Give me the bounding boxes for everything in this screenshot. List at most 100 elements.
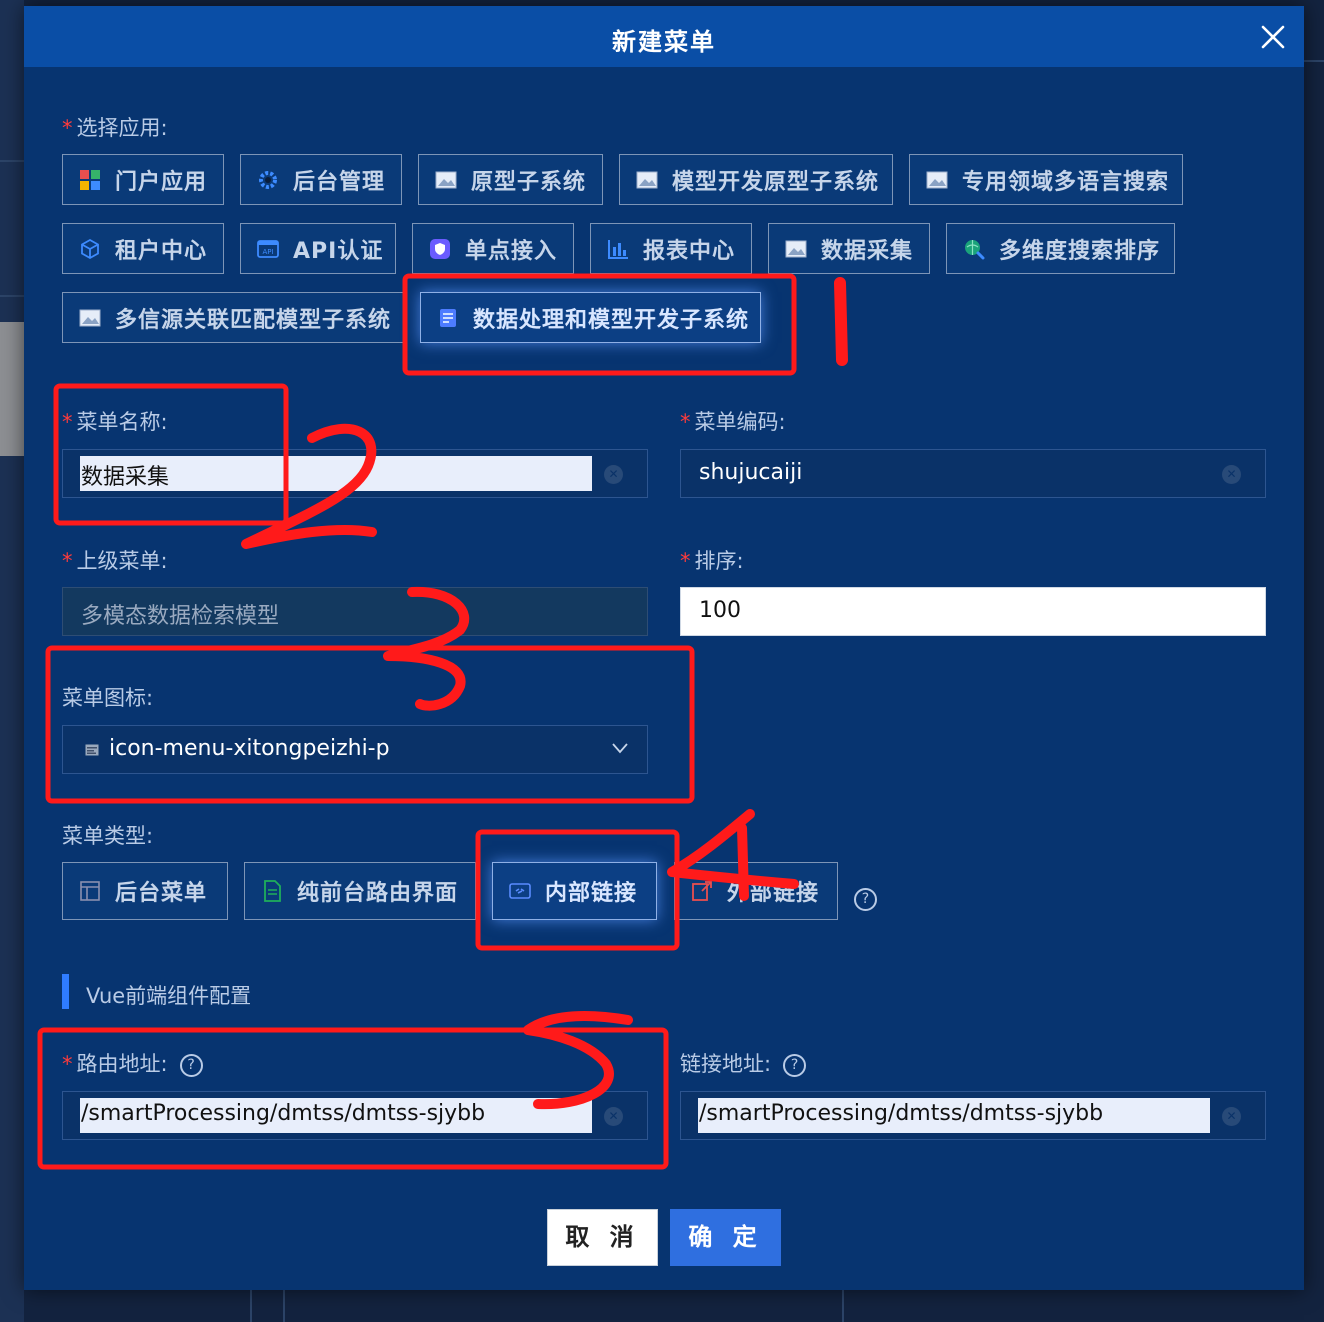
background-divider — [0, 295, 24, 297]
link-address-label: 链接地址:? — [680, 1048, 807, 1078]
background-panel — [0, 322, 24, 456]
parent-menu-value: 多模态数据检索模型 — [81, 604, 280, 629]
menu-name-selection: 数据采集 — [80, 456, 592, 491]
chevron-down-icon[interactable] — [611, 741, 629, 755]
image-icon — [785, 240, 807, 257]
menu-icon-value: icon-menu-xitongpeizhi-p — [109, 736, 390, 761]
app-option-label: 多维度搜索排序 — [999, 238, 1161, 264]
image-icon — [435, 171, 457, 188]
clear-icon[interactable]: ✕ — [604, 1107, 623, 1126]
help-icon[interactable]: ? — [179, 1054, 203, 1077]
background-divider — [842, 1290, 844, 1322]
menu-type-help[interactable]: ? — [842, 886, 877, 911]
app-option-data-collection[interactable]: 数据采集 — [768, 223, 930, 274]
background-divider — [283, 1290, 285, 1322]
app-option-sso[interactable]: 单点接入 — [412, 223, 574, 274]
parent-menu-field: 多模态数据检索模型 — [62, 587, 648, 636]
clear-icon[interactable]: ✕ — [604, 465, 623, 484]
app-option-label: 后台管理 — [293, 169, 386, 195]
menu-type-internal-link[interactable]: 内部链接 — [492, 862, 657, 920]
menu-code-label: * 菜单编码: — [680, 410, 786, 434]
route-address-label: * 路由地址:? — [62, 1048, 203, 1078]
menu-code-field[interactable]: shujucaiji ✕ — [680, 449, 1266, 498]
sort-value: 100 — [699, 598, 741, 623]
dialog-title: 新建菜单 — [612, 28, 716, 56]
image-icon — [79, 309, 101, 326]
gear-icon — [259, 170, 277, 189]
confirm-button[interactable]: 确 定 — [670, 1209, 781, 1266]
menu-icon-select[interactable]: icon-menu-xitongpeizhi-p — [62, 725, 648, 774]
app-option-label: 多信源关联匹配模型子系统 — [115, 307, 392, 333]
sort-input[interactable]: 100 — [680, 587, 1266, 636]
external-link-icon — [692, 881, 712, 901]
image-icon — [636, 171, 658, 188]
data-model-icon — [440, 308, 456, 327]
menu-name-value: 数据采集 — [81, 465, 170, 490]
app-option-multilang-search[interactable]: 专用领域多语言搜索 — [909, 154, 1183, 205]
svg-text:API: API — [262, 248, 273, 256]
route-address-selection: /smartProcessing/dmtss/dmtss-sjybb — [80, 1098, 592, 1133]
vue-section-title: Vue前端组件配置 — [86, 984, 252, 1008]
image-icon — [926, 171, 948, 188]
help-icon[interactable]: ? — [854, 888, 877, 911]
background-divider — [250, 1290, 252, 1322]
bar-chart-icon — [608, 239, 628, 259]
section-accent-bar — [62, 974, 69, 1009]
link-address-field[interactable]: /smartProcessing/dmtss/dmtss-sjybb ✕ — [680, 1091, 1266, 1140]
link-address-selection: /smartProcessing/dmtss/dmtss-sjybb — [698, 1098, 1210, 1133]
clear-icon[interactable]: ✕ — [1222, 465, 1241, 484]
new-menu-dialog: 新建菜单 * 选择应用: 门户应用 后台管理 原型子系统 模型开发原型子系统 专用… — [24, 6, 1304, 1290]
link-address-value: /smartProcessing/dmtss/dmtss-sjybb — [699, 1101, 1104, 1126]
app-option-label: 数据采集 — [821, 238, 914, 264]
menu-type-label-text: 后台菜单 — [115, 881, 208, 906]
portal-app-icon — [80, 169, 100, 190]
menu-type-label-text: 纯前台路由界面 — [297, 881, 459, 906]
app-option-label: 租户中心 — [115, 238, 208, 264]
app-option-label: 报表中心 — [643, 238, 736, 264]
menu-type-external-link[interactable]: 外部链接 — [674, 862, 838, 920]
menu-name-label: * 菜单名称: — [62, 410, 168, 434]
cube-icon — [81, 238, 99, 259]
shield-icon — [430, 238, 450, 259]
app-option-label: 单点接入 — [465, 238, 558, 264]
route-address-value: /smartProcessing/dmtss/dmtss-sjybb — [81, 1101, 486, 1126]
menu-name-field[interactable]: 数据采集 ✕ — [62, 449, 648, 498]
app-option-admin[interactable]: 后台管理 — [240, 154, 402, 205]
search-globe-icon — [965, 239, 985, 259]
menu-type-label-text: 内部链接 — [545, 881, 638, 906]
app-option-model-dev-prototype[interactable]: 模型开发原型子系统 — [619, 154, 893, 205]
cancel-button[interactable]: 取 消 — [547, 1209, 658, 1266]
help-icon[interactable]: ? — [783, 1054, 807, 1077]
document-icon — [264, 880, 281, 902]
layout-icon — [80, 881, 100, 901]
dialog-header: 新建菜单 — [24, 6, 1304, 67]
menu-type-frontend-route[interactable]: 纯前台路由界面 — [244, 862, 476, 920]
select-app-label: * 选择应用: — [62, 116, 168, 140]
menu-type-label-text: 外部链接 — [727, 881, 820, 906]
menu-item-icon — [85, 744, 99, 756]
app-option-reports[interactable]: 报表中心 — [590, 223, 752, 274]
menu-type-label: 菜单类型: — [62, 824, 154, 848]
close-icon[interactable] — [1256, 20, 1290, 54]
link-icon — [509, 883, 531, 899]
background-page — [0, 0, 24, 1322]
app-option-label: API认证 — [293, 238, 384, 264]
clear-icon[interactable]: ✕ — [1222, 1107, 1241, 1126]
menu-type-backend[interactable]: 后台菜单 — [62, 862, 228, 920]
app-option-api-auth[interactable]: API API认证 — [240, 223, 396, 274]
app-option-multi-source-matching[interactable]: 多信源关联匹配模型子系统 — [62, 292, 404, 343]
app-option-label: 专用领域多语言搜索 — [962, 169, 1170, 195]
app-option-data-processing[interactable]: 数据处理和模型开发子系统 — [420, 292, 761, 343]
background-divider — [0, 160, 24, 162]
menu-code-value: shujucaiji — [699, 460, 803, 485]
app-option-prototype[interactable]: 原型子系统 — [418, 154, 603, 205]
app-option-portal[interactable]: 门户应用 — [62, 154, 224, 205]
api-icon: API — [257, 239, 279, 258]
app-option-label: 门户应用 — [115, 169, 208, 195]
app-option-tenant[interactable]: 租户中心 — [62, 223, 224, 274]
app-option-multi-dim-search[interactable]: 多维度搜索排序 — [946, 223, 1175, 274]
app-option-label: 模型开发原型子系统 — [672, 169, 880, 195]
background-divider — [1304, 60, 1324, 62]
route-address-field[interactable]: /smartProcessing/dmtss/dmtss-sjybb ✕ — [62, 1091, 648, 1140]
sort-label: * 排序: — [680, 549, 744, 573]
